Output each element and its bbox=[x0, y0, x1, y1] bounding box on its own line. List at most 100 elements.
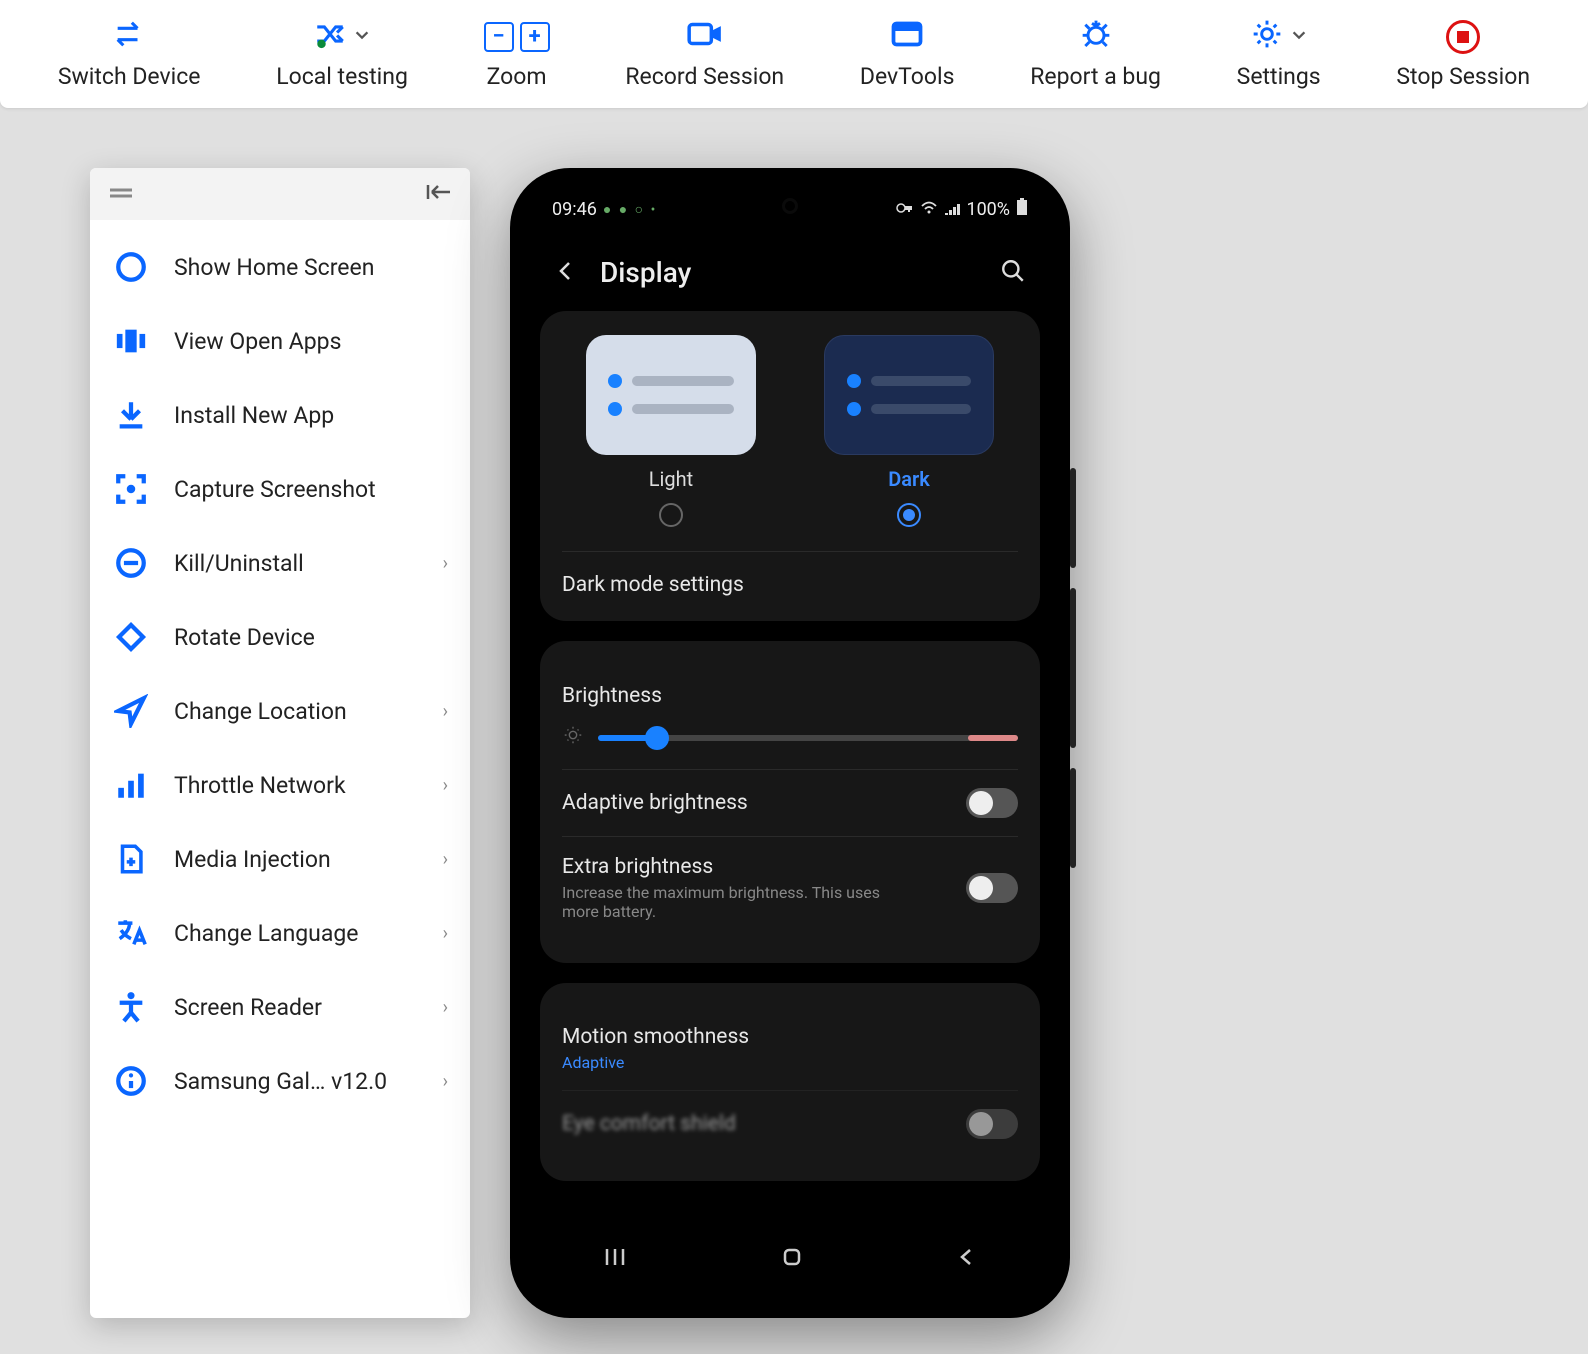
content-area: Show Home Screen View Open Apps Install … bbox=[0, 108, 1588, 1318]
record-session-button[interactable]: Record Session bbox=[625, 19, 784, 90]
phone-side-button bbox=[1070, 768, 1076, 868]
phone-side-button bbox=[1070, 468, 1076, 568]
sidebar-item-label: Change Language bbox=[174, 920, 419, 947]
theme-dark-label: Dark bbox=[888, 467, 930, 491]
chevron-right-icon: › bbox=[443, 553, 448, 574]
switch-device-label: Switch Device bbox=[58, 63, 201, 90]
slider-track[interactable] bbox=[598, 735, 1018, 741]
toggle-off-icon[interactable] bbox=[966, 1109, 1018, 1139]
theme-dark-option[interactable]: Dark bbox=[800, 335, 1018, 527]
home-button[interactable] bbox=[780, 1245, 804, 1273]
top-toolbar: Switch Device Local testing − + Zoom Rec… bbox=[0, 0, 1588, 108]
record-label: Record Session bbox=[625, 63, 784, 90]
nav-bar bbox=[526, 1234, 1054, 1284]
sidebar-item-throttle[interactable]: Throttle Network › bbox=[90, 748, 470, 822]
truncated-label: Eye comfort shield bbox=[562, 1112, 736, 1136]
motion-card: Motion smoothness Adaptive Eye comfort s… bbox=[540, 983, 1040, 1181]
sidebar-item-device-info[interactable]: Samsung Gal… v12.0 › bbox=[90, 1044, 470, 1118]
sidebar-item-label: Throttle Network bbox=[174, 772, 419, 799]
switch-device-button[interactable]: Switch Device bbox=[58, 19, 201, 90]
local-testing-label: Local testing bbox=[276, 63, 408, 90]
adaptive-brightness-label: Adaptive brightness bbox=[562, 791, 748, 815]
motion-value: Adaptive bbox=[562, 1053, 749, 1072]
chevron-right-icon: › bbox=[443, 923, 448, 944]
device-control-panel: Show Home Screen View Open Apps Install … bbox=[90, 168, 470, 1318]
sidebar-item-label: Show Home Screen bbox=[174, 254, 448, 281]
sidebar-item-screenshot[interactable]: Capture Screenshot bbox=[90, 452, 470, 526]
battery-percent: 100% bbox=[966, 199, 1010, 220]
camera-notch bbox=[782, 198, 798, 214]
extra-brightness-sub: Increase the maximum brightness. This us… bbox=[562, 883, 882, 921]
minus-circle-icon bbox=[112, 544, 150, 582]
radio-checked-icon[interactable] bbox=[897, 503, 921, 527]
sidebar-item-label: Install New App bbox=[174, 402, 448, 429]
drag-handle-icon[interactable] bbox=[108, 185, 134, 204]
file-plus-icon bbox=[112, 840, 150, 878]
sidebar-item-open-apps[interactable]: View Open Apps bbox=[90, 304, 470, 378]
device-frame: 09:46 ● ● ○ • 100% Display bbox=[510, 168, 1070, 1318]
shuffle-icon bbox=[313, 19, 347, 55]
back-button[interactable] bbox=[554, 259, 578, 287]
collapse-panel-icon[interactable] bbox=[426, 182, 452, 206]
theme-light-label: Light bbox=[649, 467, 693, 491]
light-preview bbox=[586, 335, 756, 455]
dark-mode-settings-label: Dark mode settings bbox=[562, 573, 744, 597]
panel-header bbox=[90, 168, 470, 220]
stop-session-button[interactable]: Stop Session bbox=[1396, 19, 1530, 90]
brightness-title: Brightness bbox=[562, 684, 662, 708]
dark-mode-settings-row[interactable]: Dark mode settings bbox=[562, 572, 1018, 597]
sidebar-item-install[interactable]: Install New App bbox=[90, 378, 470, 452]
sidebar-item-label: Samsung Gal… v12.0 bbox=[174, 1068, 419, 1095]
sidebar-item-kill[interactable]: Kill/Uninstall › bbox=[90, 526, 470, 600]
phone-side-button bbox=[1070, 588, 1076, 748]
sidebar-item-location[interactable]: Change Location › bbox=[90, 674, 470, 748]
adaptive-brightness-row[interactable]: Adaptive brightness bbox=[562, 769, 1018, 836]
theme-light-option[interactable]: Light bbox=[562, 335, 780, 527]
chevron-down-icon bbox=[353, 23, 371, 50]
settings-button[interactable]: Settings bbox=[1237, 19, 1321, 90]
devtools-button[interactable]: DevTools bbox=[860, 19, 955, 90]
sidebar-item-label: Change Location bbox=[174, 698, 419, 725]
brightness-card: Brightness A bbox=[540, 641, 1040, 963]
stop-icon bbox=[1446, 20, 1480, 54]
extra-brightness-row[interactable]: Extra brightness Increase the maximum br… bbox=[562, 836, 1018, 939]
download-icon bbox=[112, 396, 150, 434]
settings-body: Light Dark bbox=[526, 311, 1054, 1291]
sidebar-item-rotate[interactable]: Rotate Device bbox=[90, 600, 470, 674]
gear-icon bbox=[1250, 18, 1284, 56]
signal-icon bbox=[944, 199, 960, 220]
sidebar-item-home[interactable]: Show Home Screen bbox=[90, 230, 470, 304]
back-nav-button[interactable] bbox=[956, 1246, 978, 1272]
device-screen[interactable]: 09:46 ● ● ○ • 100% Display bbox=[526, 184, 1054, 1302]
rectangle-icon bbox=[889, 19, 925, 55]
zoom-button[interactable]: − + Zoom bbox=[484, 19, 550, 90]
brightness-slider[interactable] bbox=[562, 724, 1018, 751]
page-title: Display bbox=[600, 256, 978, 289]
next-row-cut[interactable]: Eye comfort shield bbox=[562, 1090, 1018, 1157]
chevron-right-icon: › bbox=[443, 1071, 448, 1092]
settings-header: Display bbox=[526, 234, 1054, 311]
chevron-right-icon: › bbox=[443, 997, 448, 1018]
report-bug-button[interactable]: Report a bug bbox=[1030, 19, 1161, 90]
extra-brightness-label: Extra brightness bbox=[562, 855, 882, 879]
recents-button[interactable] bbox=[602, 1246, 628, 1272]
status-time: 09:46 bbox=[552, 199, 597, 220]
translate-icon bbox=[112, 914, 150, 952]
toggle-off-icon[interactable] bbox=[966, 788, 1018, 818]
local-testing-button[interactable]: Local testing bbox=[276, 19, 408, 90]
devtools-label: DevTools bbox=[860, 63, 955, 90]
zoom-out-icon[interactable]: − bbox=[484, 22, 514, 52]
zoom-in-icon[interactable]: + bbox=[520, 22, 550, 52]
sidebar-item-label: Screen Reader bbox=[174, 994, 419, 1021]
motion-label: Motion smoothness bbox=[562, 1025, 749, 1049]
sidebar-item-language[interactable]: Change Language › bbox=[90, 896, 470, 970]
toggle-off-icon[interactable] bbox=[966, 873, 1018, 903]
radio-unchecked-icon[interactable] bbox=[659, 503, 683, 527]
bug-icon bbox=[1079, 18, 1113, 56]
motion-smoothness-row[interactable]: Motion smoothness Adaptive bbox=[562, 1007, 1018, 1090]
slider-thumb[interactable] bbox=[645, 726, 669, 750]
sidebar-item-screen-reader[interactable]: Screen Reader › bbox=[90, 970, 470, 1044]
sidebar-item-label: Rotate Device bbox=[174, 624, 448, 651]
sidebar-item-media[interactable]: Media Injection › bbox=[90, 822, 470, 896]
search-button[interactable] bbox=[1000, 258, 1026, 288]
